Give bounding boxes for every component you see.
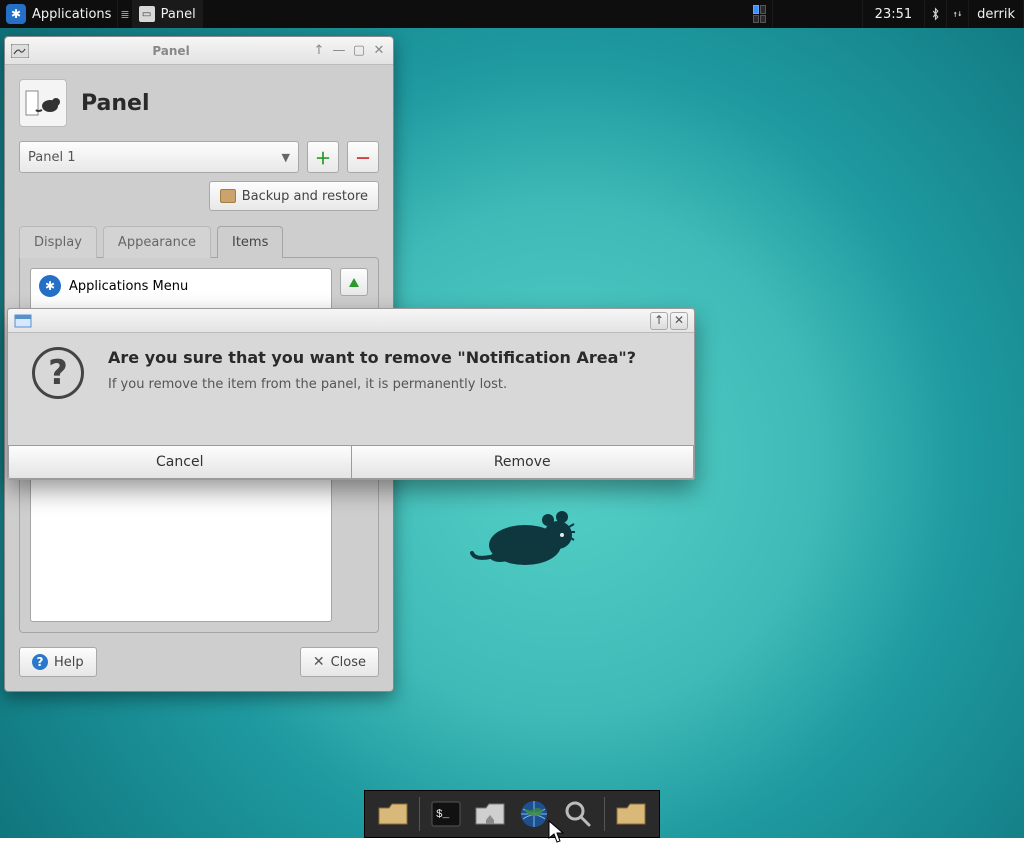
taskbar-entry-panel[interactable]: ▭ Panel xyxy=(133,0,203,28)
arrow-up-icon xyxy=(349,278,359,287)
tab-appearance[interactable]: Appearance xyxy=(103,226,211,258)
mouse-cursor-icon xyxy=(548,820,566,844)
help-label: Help xyxy=(54,655,84,670)
window-close-button[interactable]: ✕ xyxy=(371,43,387,59)
remove-panel-button[interactable]: － xyxy=(347,141,379,173)
header: Panel xyxy=(5,65,393,141)
clock-time: 23:51 xyxy=(875,7,912,22)
add-panel-button[interactable]: ＋ xyxy=(307,141,339,173)
top-panel: ✱ Applications ≣ ▭ Panel 23:51 derrik xyxy=(0,0,1024,28)
window-minimize-button[interactable]: — xyxy=(331,43,347,59)
window-titlebar[interactable]: Panel ↑ — ▢ ✕ xyxy=(5,37,393,65)
dialog-remove-label: Remove xyxy=(494,454,551,470)
svg-text:$_: $_ xyxy=(436,809,450,821)
dialog-close-button[interactable]: ✕ xyxy=(670,312,688,330)
window-icon: ▭ xyxy=(139,6,155,22)
list-item-label: Applications Menu xyxy=(69,279,188,294)
header-title: Panel xyxy=(81,91,150,116)
move-item-up-button[interactable] xyxy=(340,268,368,296)
bluetooth-tray-icon[interactable] xyxy=(925,0,947,28)
panel-header-icon xyxy=(19,79,67,127)
user-menu[interactable]: derrik xyxy=(969,0,1024,28)
applications-menu-button[interactable]: ✱ Applications xyxy=(0,0,118,28)
backup-restore-button[interactable]: Backup and restore xyxy=(209,181,379,211)
tab-appearance-label: Appearance xyxy=(118,235,196,250)
xfce-logo-icon: ✱ xyxy=(39,275,61,297)
chevron-down-icon: ▼ xyxy=(282,151,290,164)
dialog-headline: Are you sure that you want to remove "No… xyxy=(108,347,636,369)
panel-spacer xyxy=(203,0,747,28)
tab-display-label: Display xyxy=(34,235,82,250)
close-icon: ✕ xyxy=(313,654,325,670)
dialog-titlebar[interactable]: ↑ ✕ xyxy=(8,309,694,333)
dock-file-manager[interactable] xyxy=(373,794,413,834)
xfce-logo-icon: ✱ xyxy=(6,4,26,24)
taskbar-entry-title: Panel xyxy=(161,7,196,22)
close-button[interactable]: ✕ Close xyxy=(300,647,379,677)
list-item[interactable]: ✱ Applications Menu xyxy=(31,269,331,303)
tab-display[interactable]: Display xyxy=(19,226,97,258)
workspace-switcher[interactable] xyxy=(747,0,773,28)
window-title: Panel xyxy=(35,44,307,58)
network-tray-icon[interactable] xyxy=(947,0,969,28)
help-button[interactable]: ? Help xyxy=(19,647,97,677)
panel-gap xyxy=(773,0,863,28)
question-icon: ? xyxy=(32,347,84,399)
clock[interactable]: 23:51 xyxy=(863,0,925,28)
confirm-remove-dialog: ↑ ✕ ? Are you sure that you want to remo… xyxy=(7,308,695,480)
help-icon: ? xyxy=(32,654,48,670)
dialog-keep-above-button[interactable]: ↑ xyxy=(650,312,668,330)
plus-icon: ＋ xyxy=(315,145,331,169)
dock-separator xyxy=(604,797,605,831)
panel-selector-dropdown[interactable]: Panel 1 ▼ xyxy=(19,141,299,173)
applications-label: Applications xyxy=(32,7,111,22)
panel-show-desktop[interactable]: ≣ xyxy=(118,0,132,28)
close-label: Close xyxy=(331,655,366,670)
tabs: Display Appearance Items xyxy=(5,225,393,257)
backup-restore-label: Backup and restore xyxy=(242,189,368,204)
dock-folder[interactable] xyxy=(611,794,651,834)
xfce-mouse-art xyxy=(470,505,580,575)
dock-separator xyxy=(419,797,420,831)
dialog-app-icon xyxy=(14,314,32,328)
dock-home-folder[interactable] xyxy=(470,794,510,834)
window-app-icon xyxy=(11,44,29,58)
user-name: derrik xyxy=(977,7,1015,22)
dialog-cancel-label: Cancel xyxy=(156,454,203,470)
dialog-subline: If you remove the item from the panel, i… xyxy=(108,377,636,392)
folder-icon xyxy=(220,189,236,203)
window-maximize-button[interactable]: ▢ xyxy=(351,43,367,59)
dialog-remove-button[interactable]: Remove xyxy=(352,445,695,479)
panel-selector-value: Panel 1 xyxy=(28,150,75,165)
dock-terminal[interactable]: $_ xyxy=(426,794,466,834)
bottom-dock: $_ xyxy=(364,790,660,838)
minus-icon: － xyxy=(355,145,371,169)
window-keep-above-button[interactable]: ↑ xyxy=(311,43,327,59)
dialog-cancel-button[interactable]: Cancel xyxy=(8,445,352,479)
tab-items-label: Items xyxy=(232,235,268,250)
tab-items[interactable]: Items xyxy=(217,226,283,258)
